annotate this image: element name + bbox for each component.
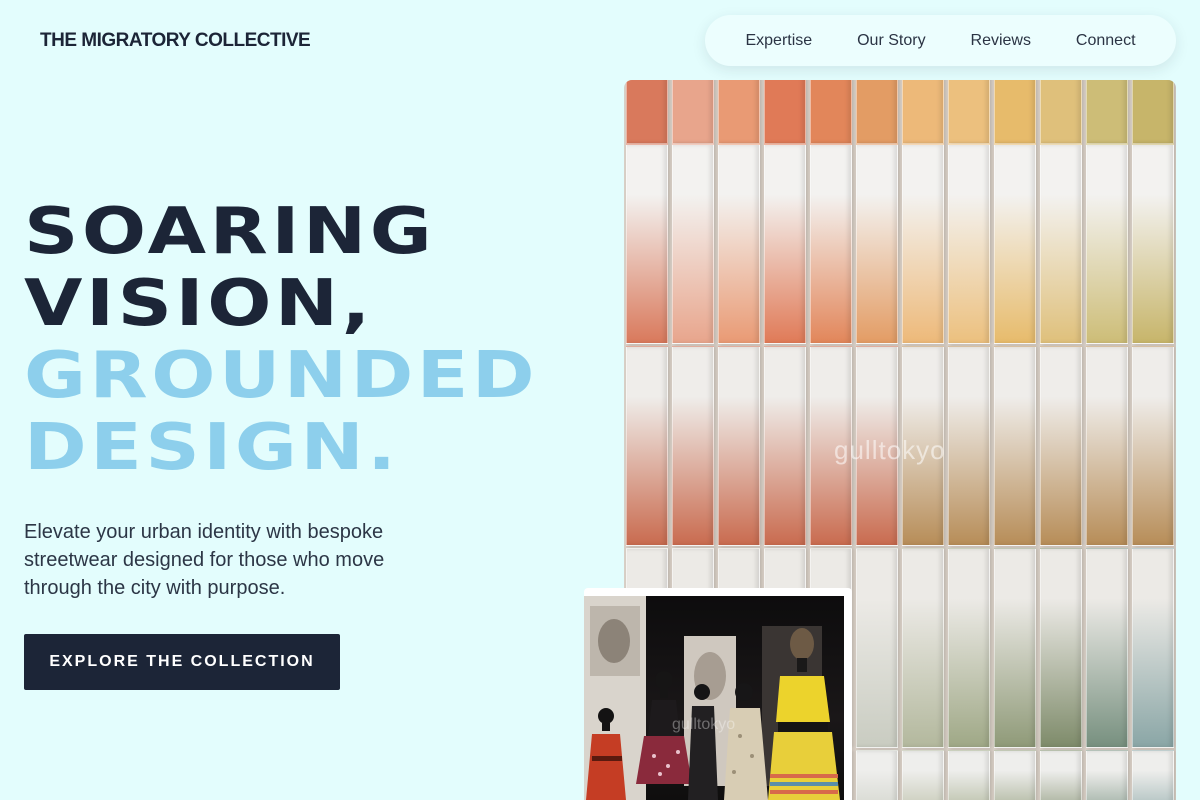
paint-swatch-card [764, 144, 806, 344]
headline-line-2: VISION, [24, 267, 374, 341]
paint-swatch-card [672, 80, 714, 144]
paint-swatch-card [994, 548, 1036, 748]
paint-swatch-card [948, 80, 990, 144]
fashion-photo-frame: gulltokyo [584, 588, 852, 800]
paint-swatch-card [1132, 750, 1174, 800]
paint-swatch-card [856, 750, 898, 800]
headline-line-4: DESIGN. [24, 411, 400, 485]
swatch-column [946, 80, 992, 800]
brand-logo[interactable]: THE MIGRATORY COLLECTIVE [40, 30, 311, 52]
paint-swatch-card [856, 144, 898, 344]
hero-subtext: Elevate your urban identity with bespoke… [24, 521, 385, 599]
paint-swatch-card [626, 144, 668, 344]
main-nav: Expertise Our Story Reviews Connect [705, 15, 1176, 66]
paint-swatch-card [810, 144, 852, 344]
paint-swatch-card [672, 144, 714, 344]
paint-swatch-card [1132, 80, 1174, 144]
paint-swatch-card [948, 750, 990, 800]
paint-swatch-card [764, 80, 806, 144]
paint-swatch-card [1040, 548, 1082, 748]
swatch-column [1130, 80, 1176, 800]
paint-swatch-card [948, 548, 990, 748]
paint-swatch-card [994, 346, 1036, 546]
paint-swatch-card [672, 346, 714, 546]
paint-swatch-card [810, 80, 852, 144]
paint-swatch-card [1086, 80, 1128, 144]
photo-watermark-secondary: gulltokyo [672, 716, 736, 733]
fashion-mannequin-photo: gulltokyo [584, 596, 844, 800]
paint-swatch-card [948, 346, 990, 546]
paint-swatch-card [902, 750, 944, 800]
hero-headline: SOARING VISION, GROUNDED DESIGN. [24, 196, 535, 484]
paint-swatch-card [902, 548, 944, 748]
swatch-column [992, 80, 1038, 800]
paint-swatch-card [1132, 144, 1174, 344]
paint-swatch-card [1086, 346, 1128, 546]
paint-swatch-card [1040, 750, 1082, 800]
nav-item-expertise[interactable]: Expertise [745, 32, 812, 50]
paint-swatch-card [626, 80, 668, 144]
paint-swatch-card [626, 346, 668, 546]
paint-swatch-card [994, 144, 1036, 344]
paint-swatch-card [1040, 144, 1082, 344]
nav-item-connect[interactable]: Connect [1076, 32, 1136, 50]
paint-swatch-card [1086, 750, 1128, 800]
paint-swatch-card [856, 80, 898, 144]
paint-swatch-card [1132, 346, 1174, 546]
paint-swatch-card [718, 80, 760, 144]
paint-swatch-card [1086, 548, 1128, 748]
paint-swatch-card [1040, 80, 1082, 144]
swatch-column [1038, 80, 1084, 800]
explore-collection-button[interactable]: EXPLORE THE COLLECTION [24, 634, 340, 690]
paint-swatch-card [856, 548, 898, 748]
paint-swatch-card [718, 144, 760, 344]
paint-swatch-card [1086, 144, 1128, 344]
paint-swatch-card [902, 144, 944, 344]
headline-line-1: SOARING [24, 195, 436, 269]
mannequin-illustration [584, 596, 840, 800]
swatch-column [1084, 80, 1130, 800]
paint-swatch-card [1040, 346, 1082, 546]
photo-watermark: gulltokyo [834, 435, 946, 465]
nav-item-reviews[interactable]: Reviews [971, 32, 1031, 50]
paint-swatch-card [948, 144, 990, 344]
paint-swatch-card [764, 346, 806, 546]
paint-swatch-card [994, 750, 1036, 800]
paint-swatch-card [994, 80, 1036, 144]
paint-swatch-card [902, 80, 944, 144]
paint-swatch-card [718, 346, 760, 546]
headline-line-3: GROUNDED [24, 339, 539, 413]
nav-item-our-story[interactable]: Our Story [857, 32, 925, 50]
paint-swatch-card [1132, 548, 1174, 748]
